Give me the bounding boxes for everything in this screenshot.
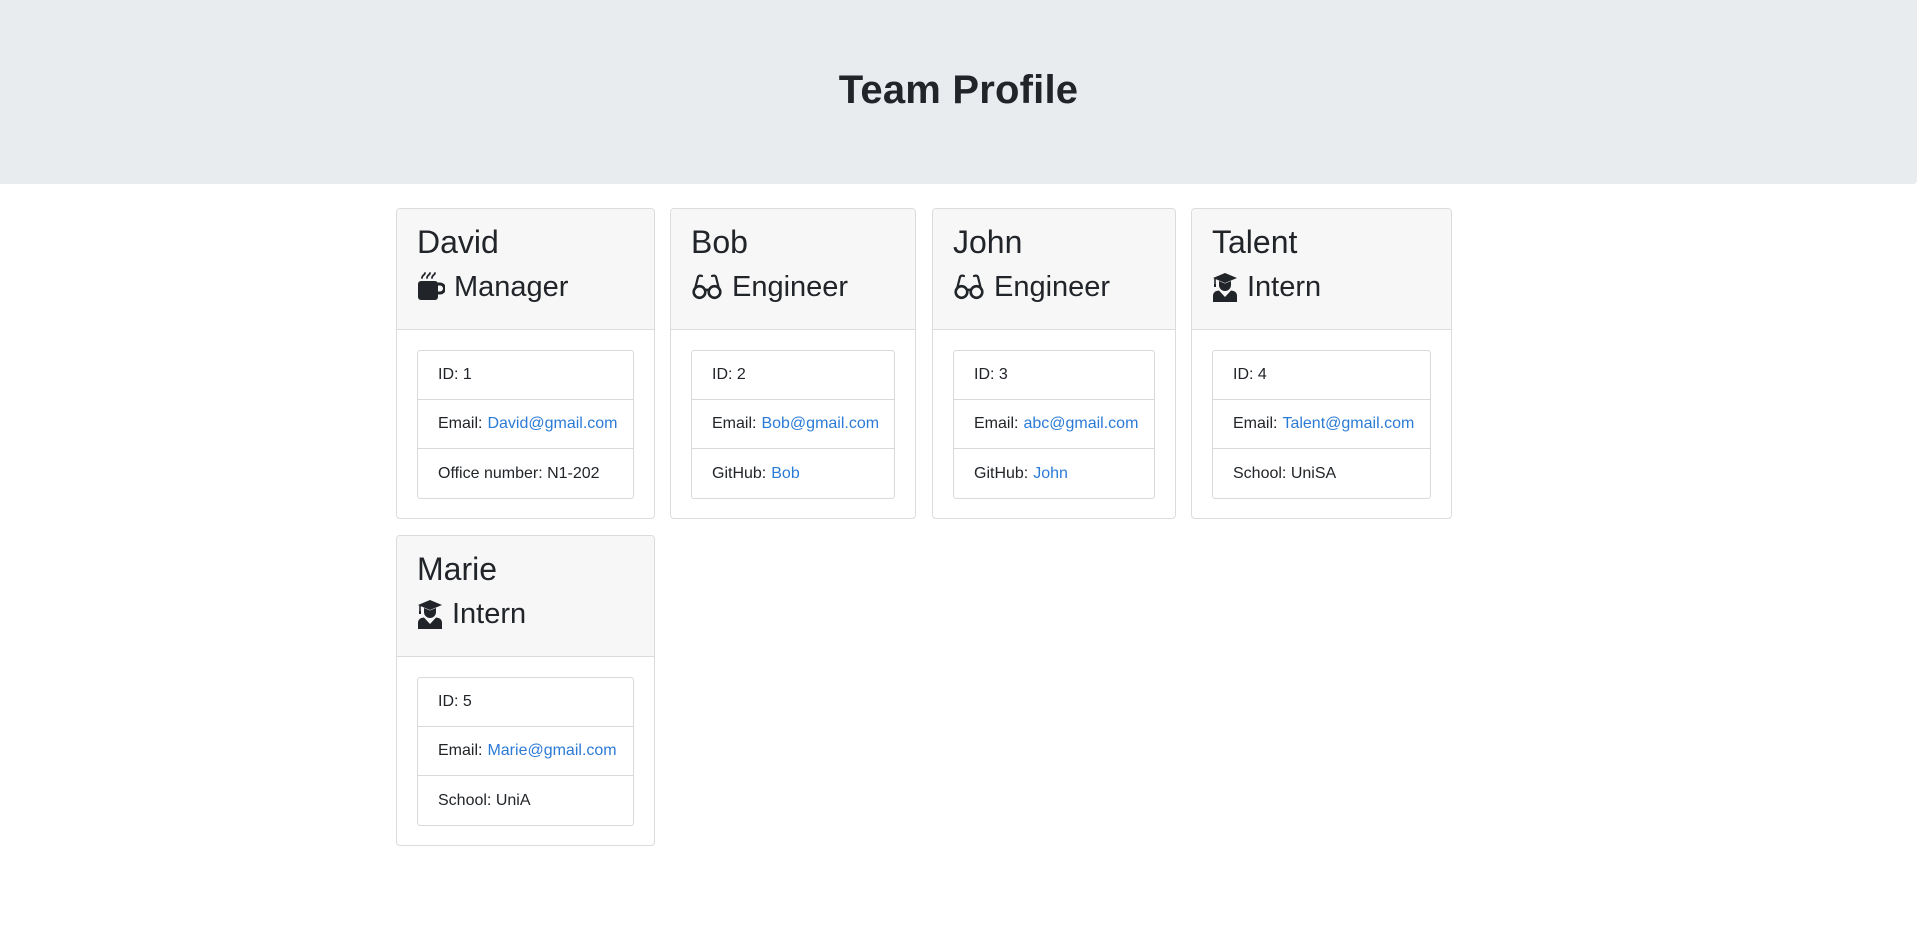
employee-name: John: [953, 224, 1023, 260]
team-grid: David Manager ID: 1 Email: David@gmail.c…: [0, 0, 1918, 931]
employee-details: ID: 2 Email: Bob@gmail.com GitHub: Bob: [691, 350, 895, 499]
employee-id: ID: 3: [954, 351, 1154, 400]
card-body: ID: 3 Email: abc@gmail.com GitHub: John: [933, 330, 1175, 518]
card-header: Talent Intern: [1192, 209, 1451, 330]
email-link[interactable]: David@gmail.com: [487, 415, 617, 433]
email-link[interactable]: abc@gmail.com: [1023, 415, 1138, 433]
employee-role-label: Engineer: [732, 271, 849, 303]
employee-card-engineer: Bob Engineer ID: 2 Email: Bob@gmail.com …: [670, 208, 916, 519]
card-header: David Manager: [397, 209, 654, 330]
mug-icon: [417, 272, 445, 302]
employee-email-row: Email: abc@gmail.com: [954, 400, 1154, 449]
email-label: Email:: [438, 742, 483, 759]
employee-role: Manager: [417, 269, 634, 305]
employee-card-intern: Marie Intern ID: 5 Email: Marie@gmail.co…: [396, 535, 655, 846]
card-header: Marie Intern: [397, 536, 654, 657]
employee-name: Bob: [691, 224, 748, 260]
email-label: Email:: [438, 415, 483, 432]
employee-id: ID: 1: [418, 351, 633, 400]
employee-name: Marie: [417, 551, 498, 587]
employee-role-label: Manager: [454, 271, 569, 303]
glasses-icon: [953, 273, 985, 301]
github-row: GitHub: John: [954, 449, 1154, 498]
employee-role-label: Intern: [452, 598, 527, 630]
employee-name: Talent: [1212, 224, 1298, 260]
card-header: Bob Engineer: [671, 209, 915, 330]
office-number: Office number: N1-202: [438, 464, 600, 482]
employee-email-row: Email: Marie@gmail.com: [418, 727, 633, 776]
employee-id: ID: 5: [418, 678, 633, 727]
employee-name: David: [417, 224, 499, 260]
school: School: UniA: [438, 791, 531, 809]
employee-role: Intern: [1212, 269, 1431, 305]
card-body: ID: 1 Email: David@gmail.com Office numb…: [397, 330, 654, 518]
email-link[interactable]: Talent@gmail.com: [1282, 415, 1414, 433]
employee-details: ID: 5 Email: Marie@gmail.com School: Uni…: [417, 677, 634, 826]
email-label: Email:: [974, 415, 1019, 432]
card-body: ID: 4 Email: Talent@gmail.com School: Un…: [1192, 330, 1451, 518]
graduate-icon: [1212, 272, 1238, 302]
employee-role: Engineer: [953, 269, 1155, 305]
github-label: GitHub:: [712, 464, 767, 482]
employee-card-intern: Talent Intern ID: 4 Email: Talent@gmail.…: [1191, 208, 1452, 519]
employee-role: Engineer: [691, 269, 895, 305]
employee-role-label: Engineer: [994, 271, 1111, 303]
employee-card-manager: David Manager ID: 1 Email: David@gmail.c…: [396, 208, 655, 519]
employee-details: ID: 1 Email: David@gmail.com Office numb…: [417, 350, 634, 499]
github-label: GitHub:: [974, 464, 1029, 482]
employee-role: Intern: [417, 596, 634, 632]
employee-details: ID: 3 Email: abc@gmail.com GitHub: John: [953, 350, 1155, 499]
glasses-icon: [691, 273, 723, 301]
email-link[interactable]: Bob@gmail.com: [761, 415, 879, 433]
email-label: Email:: [712, 415, 757, 432]
employee-id: ID: 2: [692, 351, 894, 400]
employee-details: ID: 4 Email: Talent@gmail.com School: Un…: [1212, 350, 1431, 499]
email-link[interactable]: Marie@gmail.com: [487, 742, 616, 760]
github-link[interactable]: Bob: [771, 465, 799, 483]
card-body: ID: 5 Email: Marie@gmail.com School: Uni…: [397, 657, 654, 845]
graduate-icon: [417, 599, 443, 629]
github-row: GitHub: Bob: [692, 449, 894, 498]
employee-id: ID: 4: [1213, 351, 1430, 400]
employee-email-row: Email: David@gmail.com: [418, 400, 633, 449]
card-header: John Engineer: [933, 209, 1175, 330]
employee-role-label: Intern: [1247, 271, 1322, 303]
card-body: ID: 2 Email: Bob@gmail.com GitHub: Bob: [671, 330, 915, 518]
github-link[interactable]: John: [1033, 465, 1068, 483]
email-label: Email:: [1233, 415, 1278, 432]
employee-email-row: Email: Bob@gmail.com: [692, 400, 894, 449]
employee-card-engineer: John Engineer ID: 3 Email: abc@gmail.com…: [932, 208, 1176, 519]
school: School: UniSA: [1233, 464, 1337, 482]
employee-email-row: Email: Talent@gmail.com: [1213, 400, 1430, 449]
